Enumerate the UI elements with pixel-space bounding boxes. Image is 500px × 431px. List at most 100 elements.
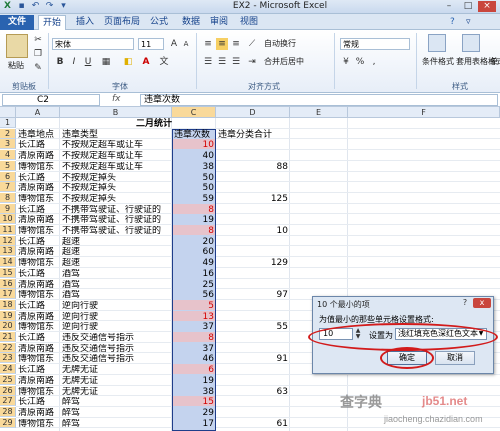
- cell-subtotal[interactable]: [216, 280, 290, 290]
- cell-type[interactable]: 逆向行驶: [62, 312, 172, 322]
- table-format-icon[interactable]: [462, 34, 480, 52]
- row-header[interactable]: 2: [0, 128, 16, 139]
- cell-location[interactable]: 博物馆东: [18, 387, 60, 397]
- excel-app-icon[interactable]: X: [2, 1, 13, 12]
- tab-home[interactable]: 开始: [38, 15, 67, 30]
- cell-type[interactable]: 超速: [62, 258, 172, 268]
- column-header-e[interactable]: E: [290, 107, 348, 118]
- cell-location[interactable]: 清原南路: [18, 344, 60, 354]
- cell-location[interactable]: 长江路: [18, 205, 60, 215]
- cell-subtotal[interactable]: 97: [216, 290, 290, 300]
- row-header[interactable]: 3: [0, 139, 16, 150]
- row-header[interactable]: 20: [0, 321, 16, 332]
- row-header[interactable]: 15: [0, 267, 16, 278]
- cell-count[interactable]: 8: [172, 333, 216, 343]
- cell-subtotal[interactable]: [216, 183, 290, 193]
- cell-count[interactable]: 13: [172, 312, 216, 322]
- cell-count[interactable]: 50: [172, 173, 216, 183]
- align-right-icon[interactable]: ☰: [230, 56, 242, 68]
- cell-type[interactable]: 不携带驾驶证、行驶证的: [62, 226, 172, 236]
- header-cell-location[interactable]: 违章地点: [18, 130, 54, 140]
- cell-subtotal[interactable]: [216, 140, 290, 150]
- cell-type[interactable]: 醉驾: [62, 419, 172, 429]
- cell-location[interactable]: 清原南路: [18, 215, 60, 225]
- cell-count[interactable]: 37: [172, 322, 216, 332]
- orientation-icon[interactable]: ⟋: [246, 38, 258, 50]
- column-header-d[interactable]: D: [216, 107, 290, 118]
- phonetic-icon[interactable]: 文: [158, 56, 170, 68]
- cell-location[interactable]: 博物馆东: [18, 194, 60, 204]
- cell-count[interactable]: 20: [172, 237, 216, 247]
- cell-location[interactable]: 清原南路: [18, 151, 60, 161]
- cell-type[interactable]: 不按规定超车或让车: [62, 151, 172, 161]
- cell-type[interactable]: 酒驾: [62, 280, 172, 290]
- align-center-icon[interactable]: ☰: [216, 56, 228, 68]
- cell-count[interactable]: 50: [172, 183, 216, 193]
- header-cell-subtotal[interactable]: 违章分类合计: [218, 130, 272, 140]
- conditional-format-button[interactable]: 条件格式: [422, 56, 454, 67]
- cell-location[interactable]: 博物馆东: [18, 258, 60, 268]
- cell-count[interactable]: 17: [172, 419, 216, 429]
- dialog-help-button[interactable]: ?: [459, 298, 471, 308]
- cell-location[interactable]: 长江路: [18, 140, 60, 150]
- undo-icon[interactable]: ↶: [30, 1, 41, 12]
- cell-location[interactable]: 博物馆东: [18, 322, 60, 332]
- cell-count[interactable]: 25: [172, 280, 216, 290]
- row-header[interactable]: 7: [0, 182, 16, 193]
- cell-type[interactable]: 不按规定超车或让车: [62, 162, 172, 172]
- cell-subtotal[interactable]: [216, 247, 290, 257]
- bold-button[interactable]: B: [54, 56, 66, 68]
- cell-location[interactable]: 长江路: [18, 333, 60, 343]
- align-top-icon[interactable]: ≡: [202, 38, 214, 50]
- cell-type[interactable]: 无牌无证: [62, 376, 172, 386]
- cell-count[interactable]: 16: [172, 269, 216, 279]
- cell-count[interactable]: 59: [172, 194, 216, 204]
- format-painter-icon[interactable]: ✎: [32, 62, 44, 74]
- name-box[interactable]: C2: [2, 94, 100, 106]
- cell-subtotal[interactable]: 91: [216, 354, 290, 364]
- tab-insert[interactable]: 插入: [72, 15, 98, 30]
- cell-type[interactable]: 不携带驾驶证、行驶证的: [62, 215, 172, 225]
- row-header[interactable]: 27: [0, 396, 16, 407]
- underline-button[interactable]: U: [82, 56, 94, 68]
- cell-type[interactable]: 不按规定掉头: [62, 183, 172, 193]
- italic-button[interactable]: I: [68, 56, 80, 68]
- tab-file[interactable]: 文件: [0, 15, 34, 30]
- cell-location[interactable]: 博物馆东: [18, 354, 60, 364]
- comma-icon[interactable]: ,: [368, 56, 380, 68]
- cell-type[interactable]: 不按规定超车或让车: [62, 140, 172, 150]
- cell-count[interactable]: 15: [172, 397, 216, 407]
- cell-subtotal[interactable]: [216, 151, 290, 161]
- cell-count[interactable]: 19: [172, 376, 216, 386]
- cell-type[interactable]: 逆向行驶: [62, 322, 172, 332]
- borders-icon[interactable]: ▦: [100, 56, 112, 68]
- dialog-close-button[interactable]: x: [473, 298, 491, 308]
- column-header-f[interactable]: F: [348, 107, 500, 118]
- row-header[interactable]: 22: [0, 342, 16, 353]
- cell-count[interactable]: 6: [172, 365, 216, 375]
- shrink-font-icon[interactable]: A: [180, 38, 192, 50]
- cell-subtotal[interactable]: [216, 301, 290, 311]
- tab-view[interactable]: 视图: [236, 15, 262, 30]
- cell-count[interactable]: 5: [172, 301, 216, 311]
- redo-icon[interactable]: ↷: [44, 1, 55, 12]
- cell-subtotal[interactable]: 61: [216, 419, 290, 429]
- cell-type[interactable]: 逆向行驶: [62, 301, 172, 311]
- sheet-title-cell[interactable]: 二月统计: [136, 119, 172, 129]
- number-format-select[interactable]: 常规: [340, 38, 410, 50]
- row-header[interactable]: 29: [0, 417, 16, 428]
- cell-location[interactable]: 博物馆东: [18, 226, 60, 236]
- cell-count[interactable]: 8: [172, 226, 216, 236]
- row-header[interactable]: 19: [0, 310, 16, 321]
- percent-icon[interactable]: %: [354, 56, 366, 68]
- cell-location[interactable]: 清原南路: [18, 280, 60, 290]
- cell-subtotal[interactable]: [216, 237, 290, 247]
- cell-location[interactable]: 长江路: [18, 365, 60, 375]
- cell-type[interactable]: 违反交通信号指示: [62, 344, 172, 354]
- cell-count[interactable]: 46: [172, 354, 216, 364]
- row-header[interactable]: 9: [0, 203, 16, 214]
- cell-type[interactable]: 超速: [62, 237, 172, 247]
- cell-count[interactable]: 10: [172, 140, 216, 150]
- cell-count[interactable]: 56: [172, 290, 216, 300]
- cell-type[interactable]: 醉驾: [62, 408, 172, 418]
